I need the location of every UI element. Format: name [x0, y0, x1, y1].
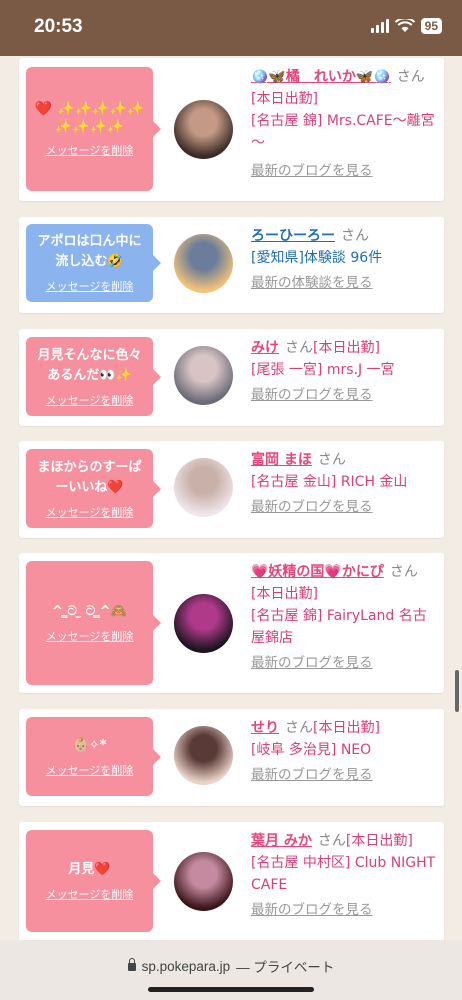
message-text: 👶🏼✧* — [72, 737, 107, 753]
delete-message-link[interactable]: メッセージを削除 — [46, 504, 134, 520]
home-indicator[interactable] — [148, 987, 314, 992]
message-bubble: 月見❤️ メッセージを削除 — [26, 830, 161, 932]
delete-message-link[interactable]: メッセージを削除 — [46, 278, 134, 294]
message-text: 月見❤️ — [68, 862, 111, 877]
profile-name-link[interactable]: 葉月 みか — [251, 833, 312, 849]
status-bar: 20:53 95 — [0, 0, 462, 56]
delete-message-link[interactable]: メッセージを削除 — [46, 762, 134, 778]
shop-info: [名古屋 中村区] Club NIGHT CAFE — [251, 855, 436, 893]
profile-info: 富岡 まほ さん [名古屋 金山] RICH 金山 最新のブログを見る — [251, 449, 436, 518]
message-text: ❤️ ✨✨✨✨✨ ✨✨✨✨ — [34, 101, 145, 135]
message-card: アポロは口ん中に流し込む🤣 メッセージを削除 ろーひーろー さん [愛知県]体験談… — [19, 217, 444, 313]
latest-blog-link[interactable]: 最新のブログを見る — [251, 384, 436, 406]
avatar[interactable] — [174, 594, 233, 653]
delete-message-link[interactable]: メッセージを削除 — [46, 392, 134, 408]
honorific: さん — [285, 340, 313, 356]
honorific: さん — [341, 228, 369, 244]
latest-blog-link[interactable]: 最新のブログを見る — [251, 764, 436, 786]
avatar[interactable] — [174, 726, 233, 785]
latest-review-link[interactable]: 最新の体験談を見る — [251, 272, 436, 294]
message-card: 月見そんなに色々あるんだ👀✨ メッセージを削除 みけ さん[本日出勤] [尾張 一… — [19, 329, 444, 426]
shop-info: [岐阜 多治見] NEO — [251, 742, 372, 758]
signal-icon — [370, 19, 389, 33]
message-text: まほからのすーぱーいいね❤️ — [37, 459, 142, 495]
lock-icon — [127, 958, 136, 971]
profile-info: 🪩🦋橘 れいか🦋🪩 さん [本日出勤] [名古屋 錦] Mrs.CAFE～離宮～ 最… — [251, 66, 436, 182]
wifi-icon — [394, 19, 415, 32]
profile-name-link[interactable]: 💗妖精の国💗かにぴ — [251, 564, 384, 580]
latest-blog-link[interactable]: 最新のブログを見る — [251, 899, 436, 921]
browsing-mode: — プライベート — [236, 960, 335, 975]
latest-blog-link[interactable]: 最新のブログを見る — [251, 652, 436, 674]
profile-name-link[interactable]: ろーひーろー — [251, 228, 335, 244]
profile-info: 葉月 みか さん[本日出勤] [名古屋 中村区] Club NIGHT CAFE … — [251, 830, 436, 921]
message-bubble: 月見そんなに色々あるんだ👀✨ メッセージを削除 — [26, 337, 161, 416]
message-bubble: 👶🏼✧* メッセージを削除 — [26, 717, 161, 796]
message-bubble: アポロは口ん中に流し込む🤣 メッセージを削除 — [26, 224, 161, 302]
message-card: 👶🏼✧* メッセージを削除 せり さん[本日出勤] [岐阜 多治見] NEO 最新… — [19, 709, 444, 806]
honorific: さん — [389, 564, 418, 580]
message-bubble: まほからのすーぱーいいね❤️ メッセージを削除 — [26, 449, 161, 528]
shop-info: [名古屋 金山] RICH 金山 — [251, 474, 408, 490]
honorific: さん — [285, 720, 313, 736]
avatar[interactable] — [174, 100, 233, 159]
delete-message-link[interactable]: メッセージを削除 — [46, 142, 134, 158]
latest-blog-link[interactable]: 最新のブログを見る — [251, 496, 436, 518]
avatar[interactable] — [174, 852, 233, 911]
avatar[interactable] — [174, 234, 233, 293]
message-card: ❤️ ✨✨✨✨✨ ✨✨✨✨ メッセージを削除 🪩🦋橘 れいか🦋🪩 さん [本日出勤]… — [19, 58, 444, 201]
honorific: さん — [317, 452, 346, 468]
attendance-label: [本日出勤] — [251, 586, 318, 602]
message-bubble: ❤️ ✨✨✨✨✨ ✨✨✨✨ メッセージを削除 — [26, 67, 161, 191]
attendance-label: [本日出勤] — [313, 720, 380, 736]
latest-blog-link[interactable]: 最新のブログを見る — [251, 160, 436, 182]
profile-name-link[interactable]: せり — [251, 720, 279, 736]
shop-info: [尾張 一宮] mrs.J 一宮 — [251, 362, 395, 378]
shop-info: [名古屋 錦] Mrs.CAFE～離宮～ — [251, 113, 435, 151]
message-card: まほからのすーぱーいいね❤️ メッセージを削除 富岡 まほ さん [名古屋 金山]… — [19, 441, 444, 538]
attendance-label: [本日出勤] — [313, 340, 380, 356]
url-text: sp.pokepara.jp — [141, 958, 231, 974]
avatar[interactable] — [174, 346, 233, 405]
address-bar[interactable]: sp.pokepara.jp — プライベート — [0, 940, 462, 1000]
review-info: [愛知県]体験談 96件 — [251, 250, 383, 266]
profile-name-link[interactable]: 🪩🦋橘 れいか🦋🪩 — [251, 69, 391, 85]
battery-icon: 95 — [420, 18, 442, 34]
delete-message-link[interactable]: メッセージを削除 — [46, 628, 134, 644]
profile-info: ろーひーろー さん [愛知県]体験談 96件 最新の体験談を見る — [251, 225, 436, 294]
message-text: アポロは口ん中に流し込む🤣 — [37, 234, 142, 269]
message-card: 月見❤️ メッセージを削除 葉月 みか さん[本日出勤] [名古屋 中村区] Cl… — [19, 822, 444, 942]
message-text: ^ ̳ට ̫ ට ̳^🙈 — [52, 604, 127, 619]
attendance-label: [本日出勤] — [251, 91, 318, 107]
honorific: さん — [396, 69, 425, 85]
profile-name-link[interactable]: みけ — [251, 340, 279, 356]
profile-info: 💗妖精の国💗かにぴ さん [本日出勤] [名古屋 錦] FairyLand 名古屋錦… — [251, 561, 436, 674]
message-bubble: ^ ̳ට ̫ ට ̳^🙈 メッセージを削除 — [26, 561, 161, 685]
attendance-label: [本日出勤] — [345, 833, 413, 849]
scrollbar[interactable] — [455, 670, 459, 712]
shop-info: [名古屋 錦] FairyLand 名古屋錦店 — [251, 608, 427, 646]
profile-info: みけ さん[本日出勤] [尾張 一宮] mrs.J 一宮 最新のブログを見る — [251, 337, 436, 406]
profile-info: せり さん[本日出勤] [岐阜 多治見] NEO 最新のブログを見る — [251, 717, 436, 786]
delete-message-link[interactable]: メッセージを削除 — [46, 886, 134, 902]
profile-name-link[interactable]: 富岡 まほ — [251, 452, 312, 468]
status-icons: 95 — [370, 18, 442, 34]
message-card: ^ ̳ට ̫ ට ̳^🙈 メッセージを削除 💗妖精の国💗かにぴ さん [本日出勤] … — [19, 553, 444, 693]
status-time: 20:53 — [34, 16, 83, 37]
avatar[interactable] — [174, 458, 233, 517]
honorific: さん — [317, 833, 346, 849]
message-text: 月見そんなに色々あるんだ👀✨ — [37, 347, 142, 383]
